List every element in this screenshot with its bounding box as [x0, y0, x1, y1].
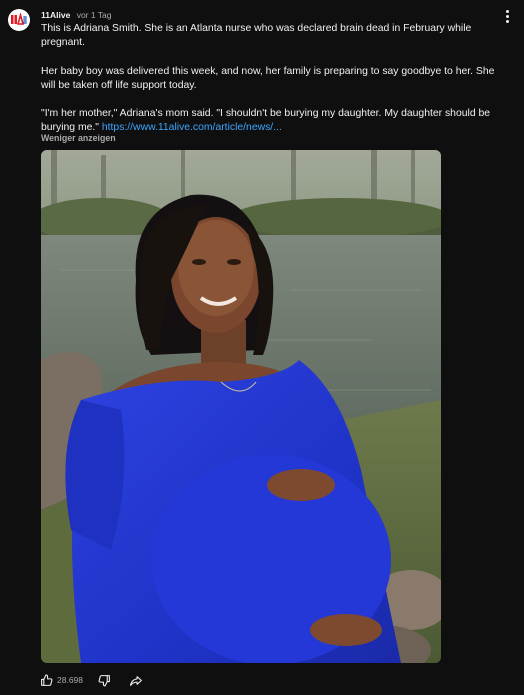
11alive-logo-icon	[11, 13, 27, 25]
post-paragraph: Her baby boy was delivered this week, an…	[41, 65, 495, 91]
like-count: 28.698	[57, 675, 83, 685]
channel-avatar[interactable]	[8, 9, 30, 31]
like-button[interactable]: 28.698	[40, 674, 83, 687]
more-options-icon	[505, 9, 509, 13]
post-actions: 28.698	[40, 671, 143, 689]
post-text: This is Adriana Smith. She is an Atlanta…	[41, 22, 501, 136]
post-paragraph: "I'm her mother," Adriana's mom said. "I…	[41, 107, 501, 135]
article-link[interactable]: https://www.11alive.com/article/news/...	[102, 122, 282, 133]
thumbs-down-icon	[98, 674, 110, 686]
post-header: 11Alive vor 1 Tag	[41, 9, 112, 21]
dislike-button[interactable]	[98, 674, 111, 687]
thumbs-up-icon	[41, 674, 53, 686]
show-less-button[interactable]: Weniger anzeigen	[41, 133, 116, 143]
photo-of-pregnant-woman	[41, 150, 441, 663]
share-button[interactable]	[129, 674, 143, 687]
more-options-dot	[505, 19, 509, 23]
community-post: 11Alive vor 1 Tag This is Adriana Smith.…	[0, 0, 524, 695]
more-options-dot	[505, 14, 509, 18]
channel-name[interactable]: 11Alive	[41, 10, 70, 20]
post-image[interactable]	[41, 150, 441, 663]
share-icon	[130, 675, 142, 686]
post-timestamp[interactable]: vor 1 Tag	[77, 10, 112, 20]
more-options-button[interactable]	[500, 7, 514, 25]
post-paragraph: This is Adriana Smith. She is an Atlanta…	[41, 23, 472, 49]
